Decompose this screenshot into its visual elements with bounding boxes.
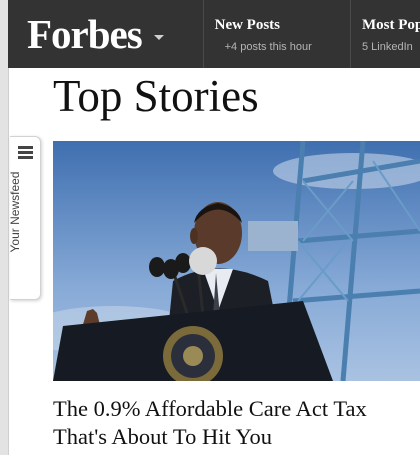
top-navigation-bar: Forbes New Posts +4 posts this hour Most… [8, 0, 420, 68]
nav-most-popular[interactable]: Most Popular 5 LinkedIn [350, 0, 420, 68]
nav-most-popular-sub: 5 LinkedIn [362, 41, 413, 53]
nav-most-popular-title: Most Popular [362, 17, 420, 33]
nav-new-posts-count: +4 posts this hour [224, 41, 312, 53]
chevron-down-icon [153, 34, 164, 40]
hamburger-menu-icon [18, 146, 33, 159]
story-image[interactable] [53, 141, 420, 381]
story-photo-illustration [53, 141, 420, 381]
forbes-logo-menu[interactable]: Forbes [8, 0, 203, 68]
newsfeed-label: Your Newsfeed [8, 171, 22, 253]
nav-new-posts-title: New Posts [214, 17, 281, 33]
forbes-logo: Forbes [27, 10, 143, 57]
nav-new-posts[interactable]: New Posts +4 posts this hour [202, 0, 350, 68]
page-title: Top Stories [53, 71, 259, 121]
story-headline[interactable]: The 0.9% Affordable Care Act Tax That's … [53, 395, 413, 451]
